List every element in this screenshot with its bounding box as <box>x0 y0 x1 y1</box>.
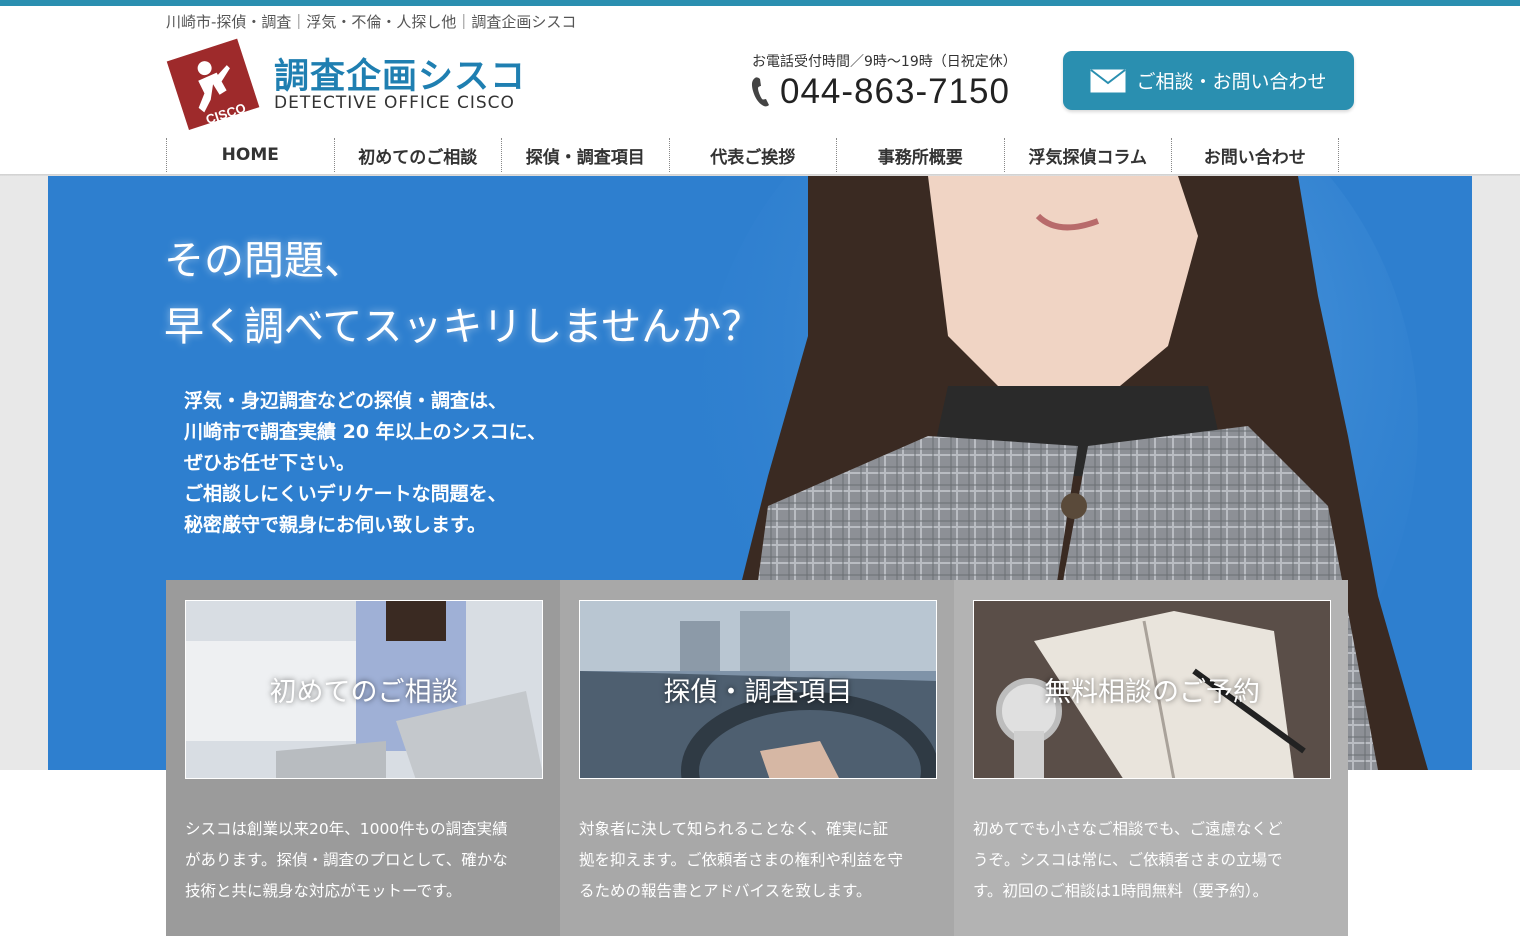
nav-item-contact[interactable]: お問い合わせ <box>1171 138 1339 172</box>
phone-hours: お電話受付時間／9時〜19時（日祝定休） <box>752 54 1017 70</box>
hero-body-line: 川崎市で調査実績 20 年以上のシスコに、 <box>184 421 547 443</box>
hero-body-line: ぜひお任せ下さい。 <box>184 452 356 474</box>
site-tagline: 川崎市-探偵・調査｜浮気・不倫・人探し他｜調査企画シスコ <box>166 13 577 31</box>
hero-body-line: ご相談しにくいデリケートな問題を、 <box>184 483 507 505</box>
nav-item-greeting[interactable]: 代表ご挨拶 <box>668 138 837 172</box>
hero-headline-line-2: 早く調べてスッキリしませんか？ <box>164 304 762 350</box>
main-nav: HOME 初めてのご相談 探偵・調査項目 代表ご挨拶 事務所概要 浮気探偵コラム… <box>166 138 1339 172</box>
feature-cards: 初めてのご相談 シスコは創業以来20年、1000件もの調査実績 があります。探偵… <box>166 580 1348 936</box>
phone-icon <box>751 77 769 107</box>
card-desc-line: 拠を抑えます。ご依頼者さまの権利や利益を守 <box>579 851 903 869</box>
top-accent-bar <box>0 0 1520 6</box>
contact-button-label: ご相談・お問い合わせ <box>1136 71 1327 93</box>
card-desc-line: 技術と共に親身な対応がモットーです。 <box>185 882 462 900</box>
card-image-notebook: 無料相談のご予約 <box>973 600 1331 779</box>
card-desc-line: 初めてでも小さなご相談でも、ご遠慮なくど <box>973 820 1283 838</box>
card-desc-line: るための報告書とアドバイスを致します。 <box>579 882 872 900</box>
card-description: シスコは創業以来20年、1000件もの調査実績 があります。探偵・調査のプロとし… <box>185 814 545 907</box>
card-desc-line: す。初回のご相談は1時間無料（要予約）。 <box>973 882 1269 900</box>
card-image-office: 初めてのご相談 <box>185 600 543 779</box>
card-services[interactable]: 探偵・調査項目 対象者に決して知られることなく、確実に証 拠を抑えます。ご依頼者… <box>560 580 954 936</box>
card-label: 無料相談のご予約 <box>1044 677 1260 708</box>
nav-item-services[interactable]: 探偵・調査項目 <box>501 138 669 172</box>
nav-item-first-consultation[interactable]: 初めてのご相談 <box>333 138 502 172</box>
card-image-car: 探偵・調査項目 <box>579 600 937 779</box>
hero-body-line: 浮気・身辺調査などの探偵・調査は、 <box>184 390 508 412</box>
nav-item-office[interactable]: 事務所概要 <box>836 138 1004 172</box>
detective-logo-icon: CISCO <box>166 38 260 130</box>
card-description: 対象者に決して知られることなく、確実に証 拠を抑えます。ご依頼者さまの権利や利益… <box>579 814 939 907</box>
logo-title: 調査企画シスコ <box>274 57 527 97</box>
phone-link[interactable]: 044-863-7150 <box>750 70 1010 114</box>
contact-button[interactable]: ご相談・お問い合わせ <box>1063 51 1354 110</box>
hero-body-text: 浮気・身辺調査などの探偵・調査は、 川崎市で調査実績 20 年以上のシスコに、 … <box>184 386 546 541</box>
phone-number: 044-863-7150 <box>780 72 1010 111</box>
mail-icon <box>1090 68 1127 92</box>
card-desc-line: 対象者に決して知られることなく、確実に証 <box>579 820 889 838</box>
card-first-consultation[interactable]: 初めてのご相談 シスコは創業以来20年、1000件もの調査実績 があります。探偵… <box>166 580 560 936</box>
card-description: 初めてでも小さなご相談でも、ご遠慮なくど うぞ。シスコは常に、ご依頼者さまの立場… <box>973 814 1333 907</box>
card-desc-line: うぞ。シスコは常に、ご依頼者さまの立場で <box>973 851 1283 869</box>
hero-headline: その問題、 早く調べてスッキリしませんか？ <box>164 228 761 360</box>
card-free-consultation[interactable]: 無料相談のご予約 初めてでも小さなご相談でも、ご遠慮なくど うぞ。シスコは常に、… <box>954 580 1348 936</box>
card-label: 初めてのご相談 <box>269 677 459 708</box>
card-label: 探偵・調査項目 <box>663 677 853 708</box>
nav-item-home[interactable]: HOME <box>166 138 334 172</box>
card-desc-line: シスコは創業以来20年、1000件もの調査実績 <box>185 820 508 838</box>
site-logo[interactable]: CISCO 調査企画シスコ DETECTIVE OFFICE CISCO <box>166 38 526 130</box>
nav-item-column[interactable]: 浮気探偵コラム <box>1003 138 1172 172</box>
logo-subtitle: DETECTIVE OFFICE CISCO <box>274 93 515 113</box>
hero-headline-line-1: その問題、 <box>164 238 364 284</box>
hero-body-line: 秘密厳守で親身にお伺い致します。 <box>184 514 487 536</box>
card-desc-line: があります。探偵・調査のプロとして、確かな <box>185 851 508 869</box>
